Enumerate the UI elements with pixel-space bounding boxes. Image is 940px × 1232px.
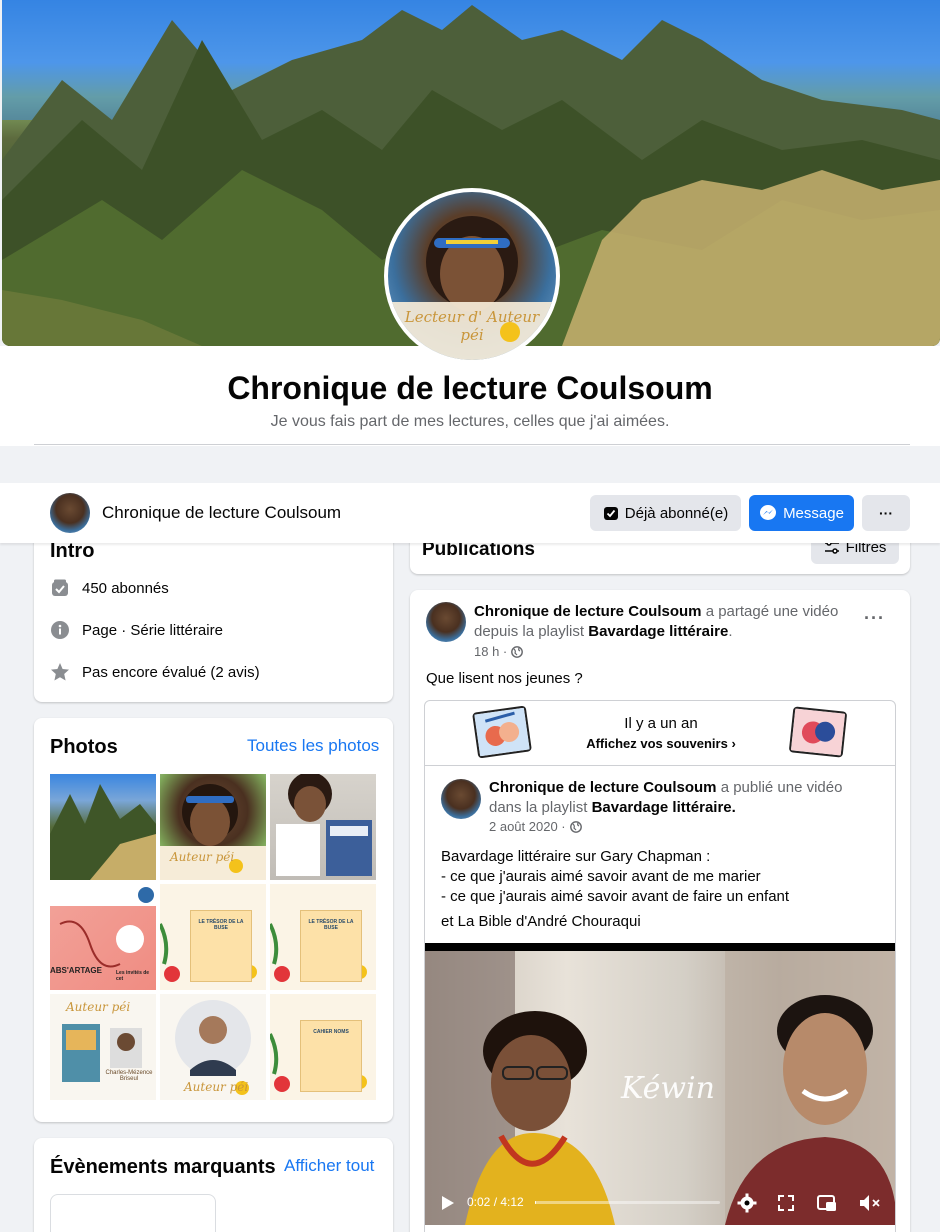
shared-post-author[interactable]: Chronique de lecture Coulsoum xyxy=(489,779,717,796)
photo-tile[interactable]: LE TRÉSOR DE LA BUSE xyxy=(270,884,376,990)
video-frame: Kéwin xyxy=(425,951,895,1225)
events-title: Évènements marquants xyxy=(50,1156,276,1178)
more-options-button[interactable]: ··· xyxy=(862,495,910,531)
shared-post-line: et La Bible d'André Chouraqui xyxy=(441,913,641,930)
event-item[interactable] xyxy=(50,1194,216,1232)
photo-tile[interactable]: Auteur péi Charles-Mézence Briseul xyxy=(50,994,156,1100)
tile-flyer-title: LE TRÉSOR DE LA BUSE xyxy=(198,919,244,931)
subscribed-check-icon xyxy=(603,507,618,520)
events-card: Évènements marquants Afficher tout xyxy=(34,1138,393,1232)
photo-tile[interactable]: Auteur péi xyxy=(160,774,266,880)
sticky-page-name[interactable]: Chronique de lecture Coulsoum xyxy=(102,503,341,523)
shared-post-header: Chronique de lecture Coulsoum a publié u… xyxy=(489,778,879,818)
info-icon xyxy=(51,621,69,639)
shared-post-date[interactable]: 2 août 2020 · xyxy=(489,819,566,834)
globe-icon xyxy=(511,645,524,658)
shared-post-meta: 2 août 2020 · xyxy=(489,819,582,834)
followers-row: 450 abonnés xyxy=(50,578,169,598)
show-all-events-link[interactable]: Afficher tout xyxy=(284,1156,374,1176)
shared-post-text: Bavardage littéraire sur Gary Chapman : … xyxy=(441,847,789,907)
rating-text: Pas encore évalué (2 avis) xyxy=(82,663,260,681)
page-type[interactable]: · Série littéraire xyxy=(117,622,223,639)
post-header: Chronique de lecture Coulsoum a partagé … xyxy=(474,603,839,640)
post-meta: 18 h · xyxy=(474,644,524,659)
tile-brand-text: Auteur péi xyxy=(184,1080,249,1094)
tile-caption: ABS'ARTAGE xyxy=(50,966,102,975)
message-label: Message xyxy=(783,504,844,522)
shared-memory: Il y a un an Affichez vos souvenirs › Ch… xyxy=(424,700,896,1232)
all-photos-link[interactable]: Toutes les photos xyxy=(247,736,379,756)
facebook-page: Lecteur d' Auteur péi Chronique de lectu… xyxy=(0,0,940,1232)
photo-tile[interactable] xyxy=(50,774,156,880)
globe-icon xyxy=(569,820,582,833)
video-progress-fill xyxy=(535,1201,537,1204)
photos-card: Photos Toutes les photos Auteur péi ABS'… xyxy=(34,718,393,1122)
followers-count[interactable]: 450 abonnés xyxy=(82,580,169,597)
video-controls: 0:02 / 4:12 xyxy=(425,1187,895,1217)
page-subtitle: Je vous fais part de mes lectures, celle… xyxy=(270,413,670,430)
tile-brand-text: Auteur péi xyxy=(66,1000,131,1014)
subscribed-label: Déjà abonné(e) xyxy=(624,504,729,522)
tile-flyer-title: CAHIER NOMS xyxy=(313,1029,349,1035)
photos-title: Photos xyxy=(50,736,118,758)
post-author[interactable]: Chronique de lecture Coulsoum xyxy=(474,603,702,620)
avatar[interactable] xyxy=(50,493,90,533)
memory-banner: Il y a un an Affichez vos souvenirs › xyxy=(425,701,895,766)
sticky-header: Chronique de lecture Coulsoum Déjà abonn… xyxy=(0,483,940,543)
page-title: Chronique de lecture Coulsoum xyxy=(227,370,713,406)
tile-brand-text: Auteur péi xyxy=(170,850,235,864)
intro-title: Intro xyxy=(50,540,95,562)
post-text: Que lisent nos jeunes ? xyxy=(426,670,583,687)
post-time[interactable]: 18 h · xyxy=(474,644,507,659)
tile-small-caption: Les invités de cet xyxy=(116,970,150,982)
photo-tile[interactable]: LE TRÉSOR DE LA BUSE xyxy=(160,884,266,990)
star-icon xyxy=(51,663,69,681)
play-icon[interactable] xyxy=(441,1195,455,1211)
post-card: Chronique de lecture Coulsoum a partagé … xyxy=(410,590,910,1232)
fullscreen-icon[interactable] xyxy=(777,1194,795,1212)
post-options-button[interactable]: ··· xyxy=(864,608,885,629)
header-divider xyxy=(34,444,910,445)
video-overlay-name: Kéwin xyxy=(621,1071,715,1106)
chevron-right-icon: › xyxy=(731,736,736,751)
page-type-row: Page · Série littéraire xyxy=(50,620,223,640)
shared-post-line: Bavardage littéraire sur Gary Chapman : xyxy=(441,848,711,865)
page-type-prefix: Page xyxy=(82,621,118,639)
photo-tile[interactable]: ABS'ARTAGE Les invités de cet xyxy=(50,884,156,990)
hug-illustration-icon xyxy=(788,706,848,758)
messenger-icon xyxy=(760,505,777,520)
video-player[interactable]: Kéwin 0:02 / 4:12 xyxy=(425,943,895,1225)
shared-post-playlist[interactable]: Bavardage littéraire. xyxy=(592,799,736,816)
intro-card: Intro 450 abonnés Page · Série littérair… xyxy=(34,520,393,702)
rating-row: Pas encore évalué (2 avis) xyxy=(50,662,260,682)
tile-flyer-title: LE TRÉSOR DE LA BUSE xyxy=(308,919,354,931)
message-button[interactable]: Message xyxy=(749,495,854,531)
profile-picture[interactable]: Lecteur d' Auteur péi xyxy=(384,188,560,364)
subscribed-button[interactable]: Déjà abonné(e) xyxy=(590,495,741,531)
followers-icon xyxy=(52,579,68,596)
profile-logo-text: Lecteur d' Auteur péi xyxy=(404,308,540,344)
memory-subtitle: Affichez vos souvenirs xyxy=(586,736,728,751)
avatar[interactable] xyxy=(426,602,466,642)
shared-post-line: - ce que j'aurais aimé savoir avant de m… xyxy=(441,868,761,885)
photo-tile[interactable] xyxy=(270,774,376,880)
shared-post-line: - ce que j'aurais aimé savoir avant de f… xyxy=(441,888,790,905)
photo-tile[interactable]: CAHIER NOMS xyxy=(270,994,376,1100)
photo-tile[interactable]: Auteur péi xyxy=(160,994,266,1100)
more-icon: ··· xyxy=(879,505,893,521)
post-playlist[interactable]: Bavardage littéraire xyxy=(588,623,728,640)
mute-icon[interactable] xyxy=(859,1194,881,1212)
video-progress-bar[interactable] xyxy=(535,1201,720,1204)
avatar[interactable] xyxy=(441,779,481,819)
video-time: 0:02 / 4:12 xyxy=(467,1195,524,1209)
photo-grid: Auteur péi ABS'ARTAGE Les invités de cet… xyxy=(50,774,378,1100)
settings-gear-icon[interactable] xyxy=(737,1193,757,1213)
tile-author-name: Charles-Mézence Briseul xyxy=(105,1070,153,1082)
miniplayer-icon[interactable] xyxy=(817,1194,837,1212)
